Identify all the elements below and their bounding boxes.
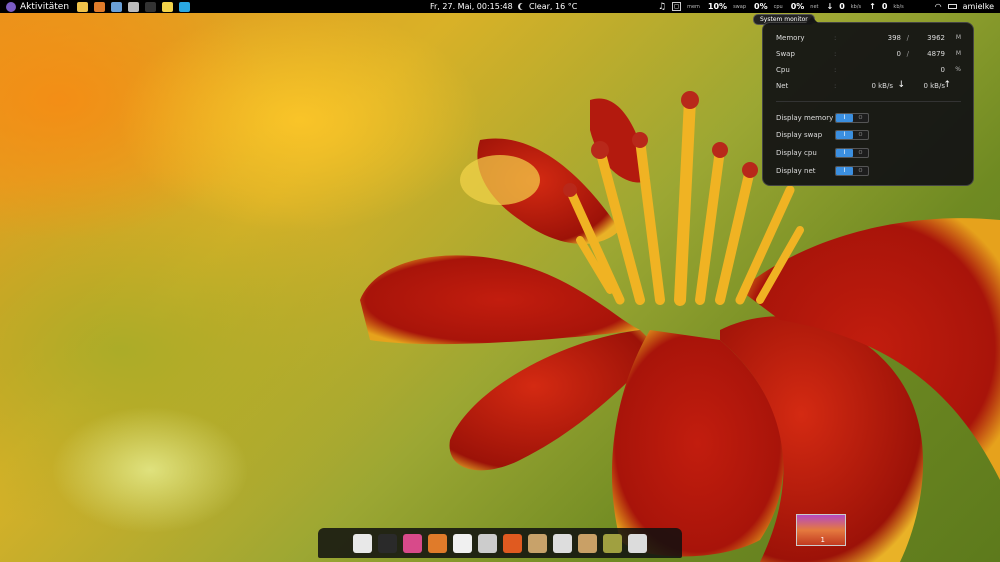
toggle-off: O [858,115,863,121]
toggle-row-net: Display net I O [776,166,961,176]
system-monitor-popup: Memory : 398 / 3962 M Swap : 0 / 4879 M … [762,17,974,186]
toggle-on: I [836,131,853,139]
music-note-icon[interactable]: ♫ [658,2,666,12]
battery-icon[interactable] [947,4,957,9]
separator: : [834,82,837,90]
display-memory-label: Display memory [776,114,834,122]
workspace-number: 1 [820,536,825,544]
swap-row: Swap : 0 / 4879 M [776,50,961,60]
net-row: Net : 0 kB/s ↓ 0 kB/s ↑ [776,80,961,92]
separator: : [834,50,837,58]
memory-row: Memory : 398 / 3962 M [776,34,961,44]
files-icon[interactable] [478,533,497,553]
activities-icon [6,1,16,12]
clock[interactable]: Fr, 27. Mai, 00:15:48 [430,0,513,13]
memory-total: 3962 [927,34,945,42]
divider [776,101,961,102]
image-viewer-icon[interactable] [603,533,622,553]
display-swap-toggle[interactable]: I O [835,130,869,140]
dock [318,528,682,558]
notes-icon[interactable] [162,1,174,12]
chat-icon[interactable] [111,1,123,12]
moon-icon [520,3,527,10]
user-area: ◠ amielke [935,0,994,13]
slash: / [906,34,909,42]
chat-icon[interactable] [453,533,472,553]
weather-indicator[interactable]: Clear, 16 °C [518,0,577,13]
swap-unit: M [955,50,961,57]
swap-total: 4879 [927,50,945,58]
system-monitor-icon[interactable]: ▢ [672,2,682,11]
cpu-row: Cpu : 0 % [776,66,961,76]
memory-label: Memory [776,34,805,42]
activities-button[interactable]: Aktivitäten [0,0,69,13]
archive-icon[interactable] [528,533,547,553]
net-down-arrow-icon: ↓ [826,2,834,11]
swap-value: 0% [754,2,768,11]
toggle-row-memory: Display memory I O [776,113,961,123]
weather-text: Clear, 16 °C [529,2,578,11]
status-area: ♫ ▢ mem 10% swap 0% cpu 0% net ↓ 0 kb/s … [658,0,906,13]
activities-label: Aktivitäten [20,1,70,12]
panel-launchers [77,1,191,12]
color-picker-icon[interactable] [403,533,422,553]
toggle-row-cpu: Display cpu I O [776,148,961,158]
toggle-on: I [836,167,853,175]
firefox-icon[interactable] [428,533,447,553]
cpu-unit: % [955,66,961,73]
display-cpu-label: Display cpu [776,149,817,157]
sound-icon[interactable] [553,533,572,553]
down-arrow-icon: ↓ [897,80,905,90]
user-menu[interactable]: amielke [963,2,994,11]
toggle-on: I [836,149,853,157]
separator: : [834,34,837,42]
swap-used: 0 [896,50,901,58]
skype-icon[interactable] [179,1,191,12]
net-down-unit: kb/s [850,3,862,10]
cpu-label: cpu [773,3,783,10]
cpu-value: 0% [790,2,805,11]
net-down-value: 0 [839,2,845,11]
display-memory-toggle[interactable]: I O [835,113,869,123]
cpu-value: 0 [940,66,945,74]
net-up-value: 0 [881,2,888,11]
up-arrow-icon: ↑ [943,80,951,90]
toggle-row-swap: Display swap I O [776,130,961,140]
toggle-off: O [858,150,863,156]
net-label: net [810,3,819,10]
cpu-label: Cpu [776,66,790,74]
mail-icon[interactable] [77,1,89,12]
net-label: Net [776,82,789,90]
software-center-icon[interactable] [503,533,522,553]
memory-used: 398 [887,34,901,42]
separator: : [834,66,837,74]
text-editor-icon[interactable] [353,533,372,553]
mem-value: 10% [707,2,728,11]
display-net-label: Display net [776,167,816,175]
display-cpu-toggle[interactable]: I O [835,148,869,158]
settings-window-icon[interactable] [628,533,647,553]
net-up-arrow-icon: ↑ [869,2,876,11]
wifi-icon[interactable]: ◠ [935,2,942,11]
net-up-unit: kb/s [893,3,904,10]
toggle-off: O [858,132,863,138]
terminal-icon[interactable] [145,1,157,12]
memory-unit: M [955,34,961,41]
display-swap-label: Display swap [776,131,823,139]
terminal-icon[interactable] [378,533,397,553]
workspace-thumbnail[interactable]: 1 [796,514,846,546]
toggle-off: O [858,168,863,174]
firefox-icon[interactable] [94,1,106,12]
swap-label: swap [733,3,746,10]
mem-label: mem [687,3,700,10]
slash: / [906,50,909,58]
net-up-value: 0 kB/s [923,82,945,90]
home-folder-icon[interactable] [578,533,597,553]
swap-label: Swap [776,50,795,58]
net-down-value: 0 kB/s [871,82,893,90]
display-net-toggle[interactable]: I O [835,166,869,176]
files-icon[interactable] [128,1,140,12]
toggle-on: I [836,114,853,122]
